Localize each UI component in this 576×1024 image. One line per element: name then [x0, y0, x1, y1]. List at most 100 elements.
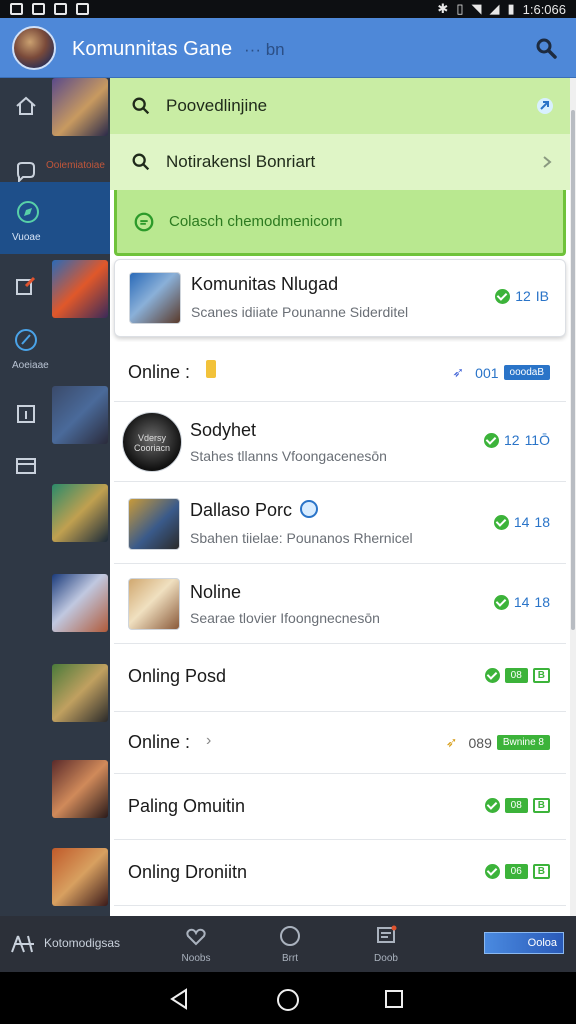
rail-label: Ooiemiatoiae [46, 160, 105, 171]
item-title: Onling Droniitn [128, 862, 248, 882]
rail-item-community[interactable]: Vuoae [0, 182, 110, 254]
list-item[interactable]: Noline Searae tlovier Ifoongnecnesōn 14 … [114, 564, 566, 644]
nav-item-home[interactable]: Noobs [168, 916, 224, 972]
rocket-icon: ➶ [452, 364, 465, 380]
item-meta: 06 B [484, 864, 550, 879]
verified-icon [484, 668, 500, 683]
list-item[interactable]: Vdersy Cooriacn Sodyhet Stahes tllanns V… [114, 402, 566, 482]
list-item[interactable]: Komunitas Nlugad Scanes idiiate Pounanne… [114, 259, 566, 337]
circle-icon [280, 926, 300, 946]
search-icon [132, 153, 150, 171]
game-thumbnail[interactable] [52, 260, 108, 318]
brand-label: Kotomodigsas [44, 936, 121, 950]
notification-icon [76, 3, 89, 15]
arrow-up-left-icon[interactable] [536, 97, 554, 115]
badge: B [532, 668, 550, 683]
app-title-suffix: ··· bn [244, 40, 285, 59]
search-icon[interactable] [534, 36, 558, 60]
verified-icon [493, 594, 509, 610]
member-count: 12 [503, 432, 520, 448]
item-meta: 08 B [484, 668, 550, 683]
app-bar: Komunnitas Gane ··· bn [0, 18, 576, 78]
online-count: 08 [504, 798, 528, 813]
game-thumbnail[interactable] [52, 386, 108, 444]
list-item[interactable]: Paling Omuitin 08 B [114, 774, 566, 840]
rocket-icon: ➶ [445, 734, 458, 750]
verified-icon [495, 288, 511, 304]
search-suggestion-active[interactable]: Colasch chemodmenicorn [114, 190, 566, 256]
nav-label: Noobs [181, 953, 211, 964]
badge: 18 [534, 594, 550, 610]
member-count: 12 [515, 288, 531, 304]
nav-item-messages[interactable]: Doob [358, 916, 414, 972]
back-icon[interactable] [168, 988, 190, 1010]
app-title: Komunnitas Gane [72, 38, 233, 60]
item-meta: 12 11Ō [483, 432, 550, 448]
item-title: Sodyhet [190, 420, 257, 440]
item-subtitle: Stahes tllanns Vfoongacenesōn [190, 448, 387, 464]
item-title: Online : [128, 362, 191, 382]
community-avatar [129, 272, 181, 324]
item-subtitle: Scanes idiiate Pounanne Siderditel [191, 304, 409, 320]
item-meta: 12 IB [495, 288, 549, 304]
badge: 18 [534, 514, 550, 530]
info-icon [17, 405, 35, 423]
community-avatar [128, 498, 180, 550]
search-suggestion[interactable]: Notirakensl Bonriart [110, 134, 570, 190]
suggestion-label: Poovedlinjine [166, 96, 268, 115]
chevron-right-icon: › [206, 732, 212, 749]
verified-icon [300, 500, 318, 518]
vibrate-icon: ▯ [456, 1, 464, 16]
item-title: Onling Posd [128, 666, 227, 686]
item-title: Dallaso Porc [190, 500, 293, 520]
signal-icon: ◢ [489, 1, 500, 16]
list-item[interactable]: Onling Posd 08 B [114, 644, 566, 712]
home-icon [16, 96, 36, 115]
list-item[interactable]: Online : ➶ 001 ooodaB [114, 342, 566, 402]
online-count: 06 [504, 864, 528, 879]
item-meta: ➶ 089 Bwnine 8 [446, 734, 550, 751]
brand-icon [11, 935, 34, 953]
game-thumbnail[interactable] [52, 760, 108, 818]
recents-icon[interactable] [384, 989, 404, 1009]
item-meta: ➶ 001 ooodaB [452, 364, 550, 381]
edit-icon [16, 276, 36, 295]
notification-icon [54, 3, 67, 15]
battery-icon: ▮ [507, 1, 515, 16]
item-title: Paling Omuitin [128, 796, 246, 816]
search-suggestion[interactable]: Poovedlinjine [110, 78, 570, 134]
game-thumbnail[interactable] [52, 848, 108, 906]
item-meta: 14 18 [493, 594, 550, 610]
game-thumbnail[interactable] [52, 484, 108, 542]
nav-label: Brrt [281, 953, 299, 964]
item-meta: 14 18 [493, 514, 550, 530]
badge: IB [535, 288, 549, 304]
scrollbar-thumb[interactable] [571, 110, 575, 630]
game-thumbnail[interactable] [52, 78, 108, 136]
inbox-icon [16, 458, 36, 474]
nav-item-discover[interactable]: Brrt [262, 916, 318, 972]
nav-label: Doob [374, 953, 398, 964]
status-badge: Bwnine 8 [496, 735, 550, 750]
game-thumbnail[interactable] [52, 664, 108, 722]
home-button-icon[interactable] [276, 988, 300, 1012]
promo-banner[interactable]: Ooloa [484, 932, 564, 954]
avatar[interactable] [12, 26, 56, 70]
member-count: 14 [513, 594, 530, 610]
list-item[interactable]: Onling Droniitn 06 B [114, 840, 566, 906]
game-thumbnail[interactable] [52, 574, 108, 632]
badge: 11Ō [524, 432, 550, 448]
verified-icon [493, 514, 509, 530]
bottom-nav: Kotomodigsas Noobs Brrt Doob Ooloa [0, 916, 576, 972]
status-badge: ooodaB [503, 365, 550, 380]
main-panel: Poovedlinjine Notirakensl Bonriart Colas… [110, 78, 570, 916]
wifi-icon: ◥ [471, 1, 482, 16]
item-title: Online : [128, 732, 191, 752]
message-icon [377, 925, 397, 943]
status-time: 1:6:066 [522, 1, 566, 17]
heart-icon [186, 928, 206, 946]
online-count: 08 [504, 668, 528, 683]
list-item[interactable]: Online : › ➶ 089 Bwnine 8 [114, 712, 566, 774]
verified-icon [484, 864, 500, 879]
list-item[interactable]: Dallaso Porc Sbahen tiielae: Pounanos Rh… [114, 482, 566, 564]
